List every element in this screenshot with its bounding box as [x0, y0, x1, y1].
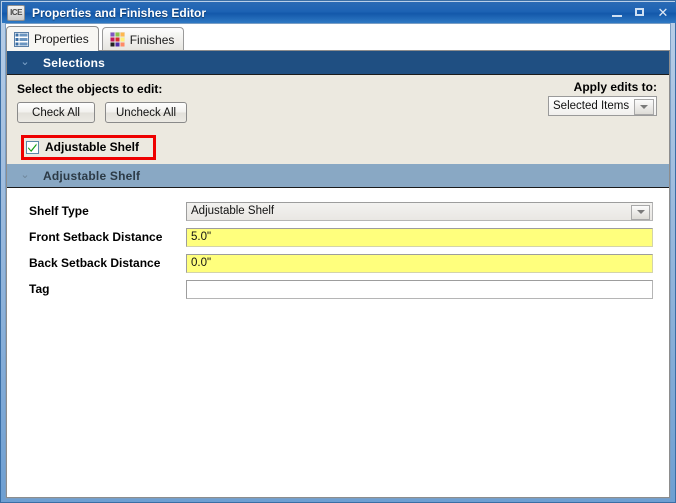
tab-properties-label: Properties [34, 32, 89, 46]
adjustable-shelf-form: Shelf Type Adjustable Shelf Front Setbac… [7, 188, 669, 302]
selections-section-header[interactable]: ⌄ Selections [7, 51, 669, 75]
window-title: Properties and Finishes Editor [32, 5, 207, 20]
adjustable-shelf-section-header[interactable]: ⌄ Adjustable Shelf [7, 164, 669, 188]
adjustable-shelf-section-title: Adjustable Shelf [43, 168, 141, 183]
field-row-front-setback: Front Setback Distance 5.0" [7, 224, 669, 250]
client-area: ⌄ Selections Select the objects to edit:… [6, 50, 670, 498]
front-setback-distance-label: Front Setback Distance [29, 230, 163, 244]
chevron-down-icon[interactable] [634, 99, 654, 115]
back-setback-distance-input[interactable]: 0.0" [186, 253, 653, 273]
shelf-type-dropdown[interactable]: Adjustable Shelf [186, 201, 653, 221]
adjustable-shelf-checkbox-label: Adjustable Shelf [45, 140, 140, 154]
back-setback-distance-label: Back Setback Distance [29, 256, 161, 270]
maximize-button[interactable] [633, 6, 647, 20]
chevron-down-icon[interactable] [631, 204, 650, 220]
title-bar: ICE Properties and Finishes Editor ✕ [2, 2, 676, 23]
window-controls: ✕ [610, 2, 670, 23]
checkmark-icon [28, 143, 37, 152]
selections-section-title: Selections [43, 55, 106, 70]
application-window: ICE Properties and Finishes Editor ✕ Pro… [0, 0, 676, 503]
apply-edits-block: Apply edits to: Selected Items [548, 80, 657, 116]
apply-edits-value: Selected Items [553, 100, 630, 112]
apply-edits-dropdown[interactable]: Selected Items [548, 96, 657, 116]
shelf-type-value: Adjustable Shelf [191, 205, 275, 217]
selections-body: Select the objects to edit: Check All Un… [7, 75, 669, 138]
tab-properties[interactable]: Properties [6, 26, 99, 51]
tab-strip: Properties Finishes [6, 25, 670, 51]
color-swatches-icon [109, 32, 125, 47]
list-icon [14, 31, 29, 47]
adjustable-shelf-checkbox-group[interactable]: Adjustable Shelf [26, 140, 139, 154]
front-setback-distance-input[interactable]: 5.0" [186, 227, 653, 247]
object-checkbox-row: Adjustable Shelf [7, 135, 669, 164]
field-row-back-setback: Back Setback Distance 0.0" [7, 250, 669, 276]
chevron-down-icon: ⌄ [20, 56, 30, 68]
front-setback-distance-value: 5.0" [191, 231, 212, 243]
close-button[interactable]: ✕ [656, 4, 670, 20]
chevron-down-icon: ⌄ [20, 169, 30, 181]
field-row-tag: Tag [7, 276, 669, 302]
app-icon: ICE [7, 4, 25, 21]
tab-finishes-label: Finishes [129, 32, 175, 47]
back-setback-distance-value: 0.0" [191, 257, 212, 269]
minimize-button[interactable] [610, 6, 624, 20]
apply-edits-label: Apply edits to: [573, 80, 657, 94]
close-icon: ✕ [657, 4, 669, 20]
field-row-shelf-type: Shelf Type Adjustable Shelf [7, 198, 669, 224]
tag-input[interactable] [186, 279, 653, 299]
tag-label: Tag [29, 282, 50, 296]
properties-panel: ⌄ Selections Select the objects to edit:… [7, 51, 669, 302]
tab-finishes[interactable]: Finishes [101, 27, 185, 51]
check-all-button[interactable]: Check All [17, 102, 95, 123]
uncheck-all-button[interactable]: Uncheck All [105, 102, 188, 123]
shelf-type-label: Shelf Type [29, 204, 89, 218]
adjustable-shelf-checkbox[interactable] [26, 140, 39, 154]
